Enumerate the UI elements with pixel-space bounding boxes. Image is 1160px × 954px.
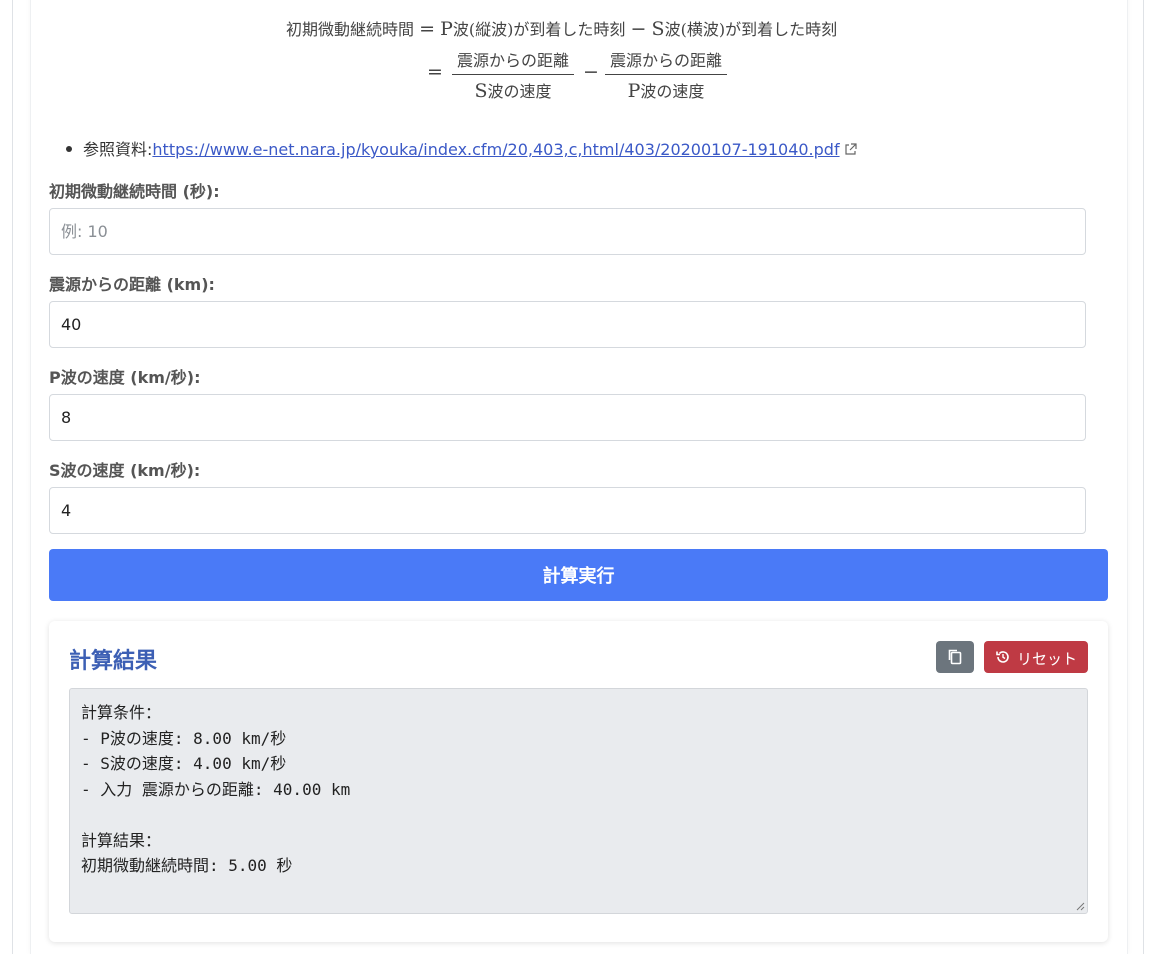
reference-label: 参照資料: bbox=[83, 140, 153, 159]
formula-fraction-s: 震源からの距離 S波の速度 bbox=[452, 47, 574, 102]
formula-p-arrival: が到着した時刻 bbox=[513, 20, 626, 39]
fraction-numerator: 震源からの距離 bbox=[452, 47, 574, 75]
formula-p-wave: 波(縦波) bbox=[452, 20, 514, 39]
distance-label: 震源からの距離 (km): bbox=[49, 275, 215, 294]
result-title: 計算結果 bbox=[69, 649, 158, 674]
reference-link[interactable]: https://www.e-net.nara.jp/kyouka/index.c… bbox=[152, 140, 839, 159]
calculate-button[interactable]: 計算実行 bbox=[49, 549, 1108, 601]
fraction-numerator: 震源からの距離 bbox=[605, 47, 727, 75]
formula-equals-1: = bbox=[419, 18, 436, 40]
formula-p-letter: P bbox=[440, 18, 453, 40]
reset-button[interactable]: リセット bbox=[984, 641, 1088, 673]
formula-minus-1: − bbox=[630, 18, 647, 40]
formula-equals-2: = bbox=[427, 61, 443, 83]
copy-icon bbox=[948, 649, 962, 665]
external-link-icon bbox=[844, 141, 857, 160]
formula-minus-2: − bbox=[583, 61, 599, 83]
duration-input[interactable] bbox=[49, 208, 1086, 255]
result-card: 計算結果 リセット 計算条件： - P波の速度: 8.00 km/秒 - S波の… bbox=[49, 621, 1108, 942]
fraction-denominator: S波の速度 bbox=[474, 80, 552, 102]
fraction-denominator: P波の速度 bbox=[627, 80, 705, 102]
reset-label: リセット bbox=[1017, 650, 1078, 668]
formula-s-letter: S bbox=[651, 18, 665, 40]
p-speed-label: P波の速度 (km/秒): bbox=[49, 368, 201, 387]
formula-line-1: 初期微動継続時間 = P波(縦波)が到着した時刻 − S波(横波)が到着した時刻 bbox=[286, 16, 837, 40]
formula-fraction-p: 震源からの距離 P波の速度 bbox=[605, 47, 727, 102]
page: 初期微動継続時間 = P波(縦波)が到着した時刻 − S波(横波)が到着した時刻… bbox=[0, 0, 1160, 954]
formula-lhs: 初期微動継続時間 bbox=[286, 20, 415, 39]
duration-label: 初期微動継続時間 (秒): bbox=[49, 182, 220, 201]
formula-s-wave: 波(横波) bbox=[664, 20, 726, 39]
history-icon bbox=[996, 651, 1009, 663]
copy-button[interactable] bbox=[936, 641, 974, 673]
formula-s-arrival: が到着した時刻 bbox=[725, 20, 838, 39]
reference-item: 参照資料:https://www.e-net.nara.jp/kyouka/in… bbox=[66, 136, 857, 160]
s-speed-label: S波の速度 (km/秒): bbox=[49, 461, 201, 480]
p-speed-input[interactable] bbox=[49, 394, 1086, 441]
bullet-icon bbox=[66, 145, 72, 152]
resize-grip-icon[interactable] bbox=[1076, 902, 1085, 911]
distance-input[interactable] bbox=[49, 301, 1086, 348]
s-speed-input[interactable] bbox=[49, 487, 1086, 534]
result-textarea[interactable]: 計算条件： - P波の速度: 8.00 km/秒 - S波の速度: 4.00 k… bbox=[69, 688, 1088, 914]
